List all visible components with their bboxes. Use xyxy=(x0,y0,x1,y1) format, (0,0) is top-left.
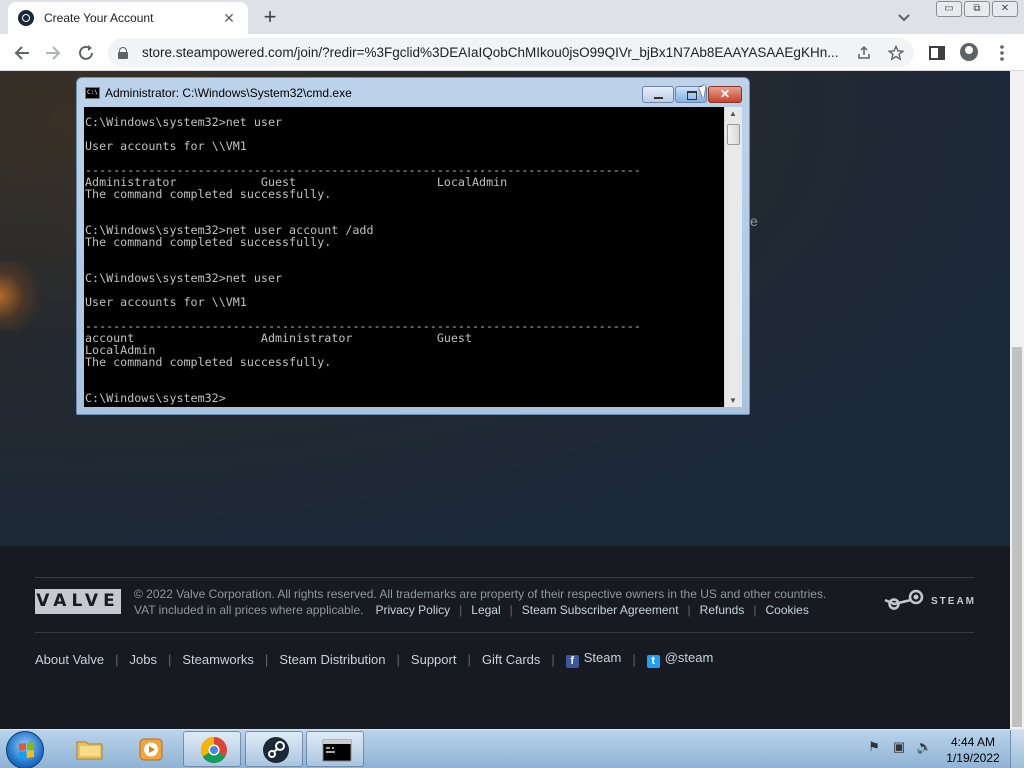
taskbar-media-player[interactable] xyxy=(121,731,179,767)
cmd-close-button[interactable]: ✕ xyxy=(708,86,742,103)
steamworks-link[interactable]: Steamworks xyxy=(182,652,254,667)
steam-wordmark: STEAM xyxy=(931,595,976,607)
lock-icon[interactable] xyxy=(118,46,128,59)
taskbar-cmd[interactable] xyxy=(306,731,364,767)
browser-toolbar: store.steampowered.com/join/?redir=%3Fgc… xyxy=(0,34,1024,71)
back-arrow-icon[interactable] xyxy=(11,42,33,64)
restore-window-button[interactable]: ⧉ xyxy=(964,1,990,17)
privacy-policy-link[interactable]: Privacy Policy xyxy=(375,602,450,618)
legal-link[interactable]: Legal xyxy=(471,602,500,618)
valve-logo[interactable]: VALVE xyxy=(35,589,121,614)
jobs-link[interactable]: Jobs xyxy=(130,652,157,667)
steam-app-icon xyxy=(263,737,289,763)
about-valve-link[interactable]: About Valve xyxy=(35,652,104,667)
facebook-icon: f xyxy=(565,655,579,668)
side-panel-icon[interactable] xyxy=(927,43,947,63)
share-icon[interactable] xyxy=(856,45,872,61)
partially-hidden-text: e xyxy=(750,213,758,229)
system-clock[interactable]: 4:44 AM 1/19/2022 xyxy=(942,734,1004,766)
cmd-titlebar[interactable]: C:\ Administrator: C:\Windows\System32\c… xyxy=(85,86,352,100)
cmd-scrollbar-thumb[interactable] xyxy=(727,124,740,145)
browser-tab[interactable]: Create Your Account ✕ xyxy=(8,2,248,34)
console-text: C:\Windows\system32>net user User accoun… xyxy=(85,115,641,405)
subscriber-agreement-link[interactable]: Steam Subscriber Agreement xyxy=(522,602,679,618)
tab-close-icon[interactable]: ✕ xyxy=(220,10,238,27)
browser-tab-strip: Create Your Account ✕ + ▭ ⧉ ✕ xyxy=(0,0,1024,34)
taskbar-chrome[interactable] xyxy=(183,731,241,767)
forward-arrow-icon[interactable] xyxy=(42,42,64,64)
cookies-link[interactable]: Cookies xyxy=(765,602,808,618)
refunds-link[interactable]: Refunds xyxy=(700,602,745,618)
media-player-icon xyxy=(139,738,163,761)
cmd-title-text: Administrator: C:\Windows\System32\cmd.e… xyxy=(105,86,352,100)
window-controls: ▭ ⧉ ✕ xyxy=(934,1,1018,17)
twitter-link[interactable]: t @steam xyxy=(646,650,714,668)
facebook-link[interactable]: f Steam xyxy=(565,650,622,668)
cmd-app-icon xyxy=(322,739,352,762)
taskbar-steam[interactable] xyxy=(245,731,303,767)
cmd-window-controls: ✕ xyxy=(641,86,742,103)
minimize-window-button[interactable]: ▭ xyxy=(936,1,962,17)
footer-divider xyxy=(35,632,974,633)
tab-title: Create Your Account xyxy=(44,11,154,25)
windows-logo-icon xyxy=(19,742,34,759)
steam-favicon-icon xyxy=(18,10,34,26)
twitter-icon: t xyxy=(646,655,660,668)
steam-distribution-link[interactable]: Steam Distribution xyxy=(279,652,385,667)
steam-footer-logo[interactable]: STEAM xyxy=(883,589,976,613)
vat-text: VAT included in all prices where applica… xyxy=(134,603,364,617)
cmd-minimize-button[interactable] xyxy=(642,86,674,103)
scroll-down-arrow-icon[interactable]: ▼ xyxy=(729,396,737,405)
windows-taskbar: ⚑ ▣ 🔈 4:44 AM 1/19/2022 xyxy=(0,729,1024,768)
cmd-console-output[interactable]: C:\Windows\system32>net user User accoun… xyxy=(84,107,724,407)
browser-menu-icon[interactable] xyxy=(992,43,1012,63)
cmd-window[interactable]: C:\ Administrator: C:\Windows\System32\c… xyxy=(76,77,750,415)
profile-avatar-icon[interactable] xyxy=(960,43,980,63)
tab-search-chevron-icon[interactable] xyxy=(894,7,914,27)
footer-divider xyxy=(35,577,974,578)
url-text[interactable]: store.steampowered.com/join/?redir=%3Fgc… xyxy=(142,45,850,60)
steam-footer: VALVE © 2022 Valve Corporation. All righ… xyxy=(0,546,1010,729)
bookmark-star-icon[interactable] xyxy=(888,45,904,61)
scroll-up-arrow-icon[interactable]: ▲ xyxy=(729,109,737,118)
support-link[interactable]: Support xyxy=(411,652,457,667)
address-bar[interactable]: store.steampowered.com/join/?redir=%3Fgc… xyxy=(108,38,914,67)
cmd-scrollbar[interactable]: ▲ ▼ xyxy=(724,107,742,407)
page-scrollbar-thumb[interactable] xyxy=(1012,347,1022,727)
background-decoration xyxy=(0,261,40,331)
clock-date: 1/19/2022 xyxy=(946,751,1000,765)
gift-cards-link[interactable]: Gift Cards xyxy=(482,652,541,667)
system-tray: ⚑ ▣ 🔈 xyxy=(866,739,941,755)
action-center-flag-icon[interactable]: ⚑ xyxy=(866,739,882,755)
show-desktop-button[interactable] xyxy=(1010,730,1024,768)
copyright-text: © 2022 Valve Corporation. All rights res… xyxy=(134,587,827,601)
taskbar-explorer[interactable] xyxy=(60,731,118,767)
clock-time: 4:44 AM xyxy=(950,735,996,749)
reload-icon[interactable] xyxy=(75,42,97,64)
page-scrollbar[interactable] xyxy=(1010,71,1024,729)
legal-text: © 2022 Valve Corporation. All rights res… xyxy=(134,587,827,618)
volume-icon[interactable]: 🔈 xyxy=(916,739,932,755)
start-button[interactable] xyxy=(6,731,44,768)
close-window-button[interactable]: ✕ xyxy=(992,1,1018,17)
folder-icon xyxy=(76,741,103,760)
cmd-icon: C:\ xyxy=(85,87,100,99)
new-tab-button[interactable]: + xyxy=(258,4,282,30)
chrome-icon xyxy=(200,736,227,764)
facebook-label: Steam xyxy=(583,650,622,665)
network-icon[interactable]: ▣ xyxy=(891,739,907,755)
twitter-label: @steam xyxy=(664,650,714,665)
footer-links: About Valve | Jobs | Steamworks | Steam … xyxy=(35,650,714,668)
steam-logo-icon xyxy=(884,589,924,610)
